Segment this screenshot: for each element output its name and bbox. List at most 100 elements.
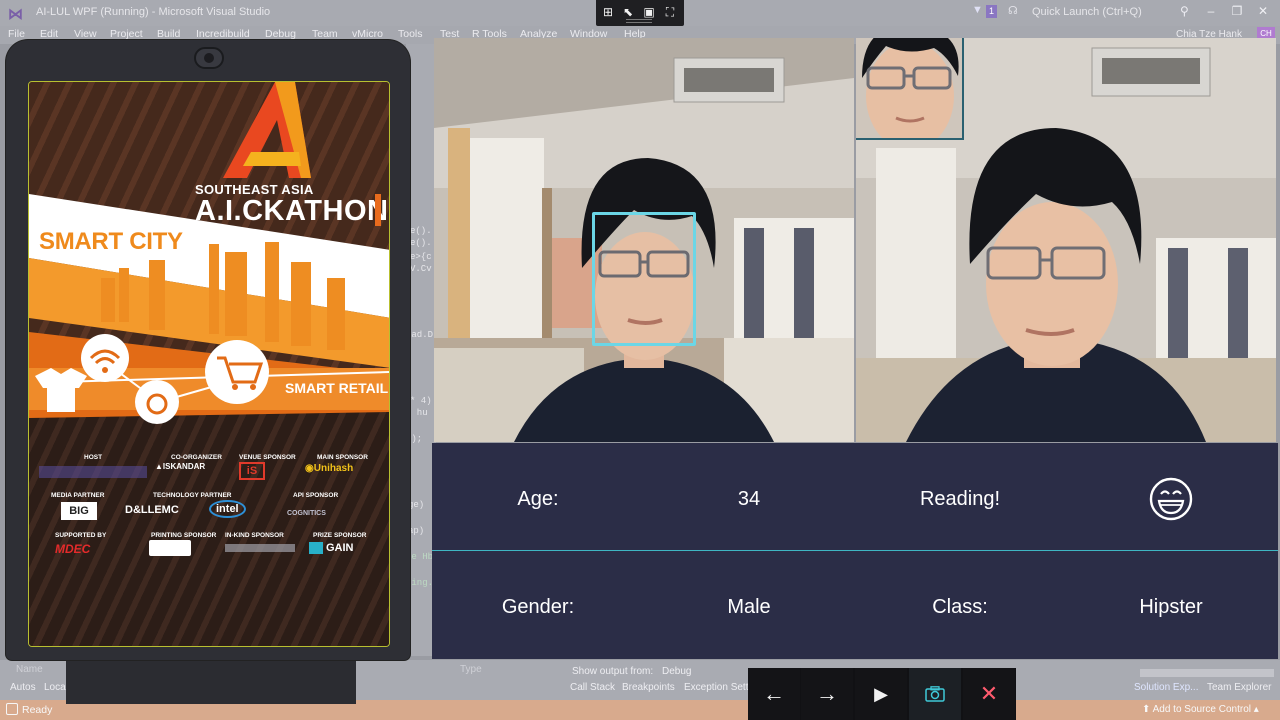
live-tree-icon[interactable]: ⊞ — [599, 3, 617, 21]
menu-project[interactable]: Project — [110, 28, 143, 40]
results-divider — [432, 550, 1278, 551]
camera-icon — [925, 686, 945, 702]
dell-emc-logo: D&LLEMC — [125, 504, 179, 516]
in-kind-sponsor-logo — [225, 544, 295, 552]
window-title: AI-LUL WPF (Running) - Microsoft Visual … — [36, 6, 271, 18]
source-control-label: Add to Source Control — [1152, 704, 1251, 715]
sponsor-label: SUPPORTED BY — [55, 532, 107, 539]
play-button[interactable]: ▶ — [855, 668, 907, 720]
chevron-up-icon: ▴ — [1253, 704, 1259, 715]
menu-vmicro[interactable]: vMicro — [352, 28, 383, 40]
class-value: Hipster — [1139, 596, 1203, 618]
menu-file[interactable]: File — [8, 28, 25, 40]
maximize-icon[interactable]: ❐ — [1230, 4, 1244, 18]
sponsor-label: VENUE SPONSOR — [239, 454, 296, 461]
kiosk-camera-icon — [194, 47, 224, 69]
output-source-select[interactable]: Debug — [662, 666, 691, 677]
kiosk-stand — [66, 656, 356, 704]
is-logo: iS — [239, 462, 265, 480]
face-crop-image — [856, 38, 962, 138]
gain-emblem-icon — [309, 542, 323, 555]
event-poster: SOUTHEAST ASIA A.I.CKATHON SMART CITY SM… — [28, 81, 390, 647]
iskandar-triangle-icon: ▲ — [155, 462, 163, 471]
toolbar-drag-handle-icon[interactable] — [626, 19, 652, 23]
face-detection-box — [592, 212, 696, 346]
tab-autos[interactable]: Autos — [10, 682, 36, 693]
close-window-icon[interactable]: ✕ — [1256, 4, 1270, 18]
status-text: Ready — [22, 704, 53, 716]
layout-adorner-icon[interactable]: ⛶ — [661, 3, 679, 21]
detected-face-thumbnail — [856, 38, 964, 140]
tab-solution-explorer[interactable]: Solution Exp... — [1134, 682, 1198, 693]
emotion-status: Reading! — [919, 488, 1001, 510]
gears-icon — [135, 380, 179, 424]
tab-team-explorer[interactable]: Team Explorer — [1207, 682, 1271, 693]
menu-incredibuild[interactable]: Incredibuild — [196, 28, 250, 40]
gain-logo: GAIN — [309, 542, 354, 555]
unihash-emblem-icon: ◉ — [305, 463, 314, 474]
gender-label: Gender: — [501, 596, 575, 618]
grinning-face-icon — [1149, 477, 1193, 521]
play-icon: ▶ — [874, 684, 888, 704]
code-fragment: e(). — [410, 226, 432, 236]
code-fragment: e(). — [410, 238, 432, 248]
age-label: Age: — [517, 488, 559, 510]
horizontal-scrollbar[interactable] — [1140, 669, 1274, 677]
locals-type-header: Type — [460, 664, 482, 675]
visual-studio-logo-icon: ⋈ — [8, 6, 23, 23]
arrow-left-icon: ← — [763, 681, 785, 706]
unihash-logo: ◉Unihash — [305, 463, 354, 474]
intel-logo: intel — [209, 500, 246, 518]
code-fragment: V.Cv — [410, 264, 432, 274]
mdec-logo: MDEC — [55, 542, 91, 556]
sponsor-label: MEDIA PARTNER — [51, 492, 105, 499]
code-fragment: ging. — [406, 578, 434, 588]
menu-build[interactable]: Build — [157, 28, 180, 40]
add-to-source-control-button[interactable]: ⬆ Add to Source Control ▴ — [1142, 704, 1259, 715]
poster-graphics — [29, 82, 389, 424]
close-button[interactable]: ✕ — [963, 668, 1015, 720]
filter-icon[interactable]: ▼ — [972, 4, 983, 16]
sponsor-label: PRINTING SPONSOR — [151, 532, 217, 539]
sponsor-label: TECHNOLOGY PARTNER — [153, 492, 232, 499]
menu-team[interactable]: Team — [312, 28, 338, 40]
aickathon-logo-icon — [223, 82, 311, 178]
big-logo: BIG — [61, 502, 97, 520]
status-message-icon — [6, 703, 18, 715]
cognitics-logo: COGNITICS — [287, 510, 326, 517]
locals-name-header: Name — [16, 664, 43, 675]
menu-debug[interactable]: Debug — [265, 28, 296, 40]
previous-button[interactable]: ← — [748, 668, 800, 720]
tab-call-stack[interactable]: Call Stack — [570, 682, 615, 693]
age-value: 34 — [737, 488, 761, 510]
feedback-icon[interactable]: ☊ — [1008, 4, 1022, 18]
class-label: Class: — [932, 596, 988, 618]
code-fragment: ap) — [408, 526, 425, 536]
code-fragment: me Hb — [406, 552, 434, 562]
next-button[interactable]: → — [801, 668, 853, 720]
sponsor-label: CO-ORGANIZER — [171, 454, 222, 461]
tab-locals[interactable]: Local — [44, 682, 68, 693]
sponsor-label: HOST — [84, 454, 103, 461]
tab-exception-settings[interactable]: Exception Sett — [684, 682, 748, 693]
notification-badge[interactable]: 1 — [986, 5, 997, 18]
code-fragment: e>{c — [410, 252, 432, 262]
sponsor-label: MAIN SPONSOR — [317, 454, 368, 461]
sponsor-label: IN-KIND SPONSOR — [225, 532, 284, 539]
sponsor-label: PRIZE SPONSOR — [313, 532, 367, 539]
poster-theme-smart-city: SMART CITY — [39, 228, 183, 255]
poster-theme-smart-retail: SMART RETAIL — [285, 380, 389, 396]
menu-view[interactable]: View — [74, 28, 97, 40]
capture-button[interactable] — [909, 668, 961, 720]
sponsor-label: API SPONSOR — [293, 492, 339, 499]
code-fragment: ge) — [408, 500, 425, 510]
menu-tools[interactable]: Tools — [398, 28, 423, 40]
quick-launch-input[interactable]: Quick Launch (Ctrl+Q) — [1026, 3, 1196, 21]
minimize-icon[interactable]: – — [1204, 4, 1218, 18]
code-fragment: * 4) — [410, 396, 432, 406]
tab-breakpoints[interactable]: Breakpoints — [622, 682, 675, 693]
iskandar-logo: ▲ISKANDAR — [155, 462, 206, 471]
menu-edit[interactable]: Edit — [40, 28, 58, 40]
output-source-label: Show output from: — [572, 666, 654, 677]
search-icon[interactable]: ⚲ — [1180, 4, 1189, 18]
